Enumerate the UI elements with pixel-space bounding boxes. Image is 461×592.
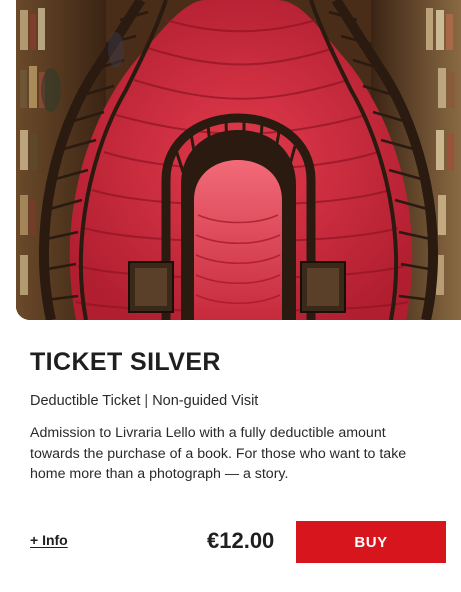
staircase-photo <box>16 0 461 320</box>
ticket-card: TICKET SILVER Deductible Ticket | Non-guid… <box>0 0 461 592</box>
ticket-price: €12.00 <box>207 528 275 553</box>
ticket-title: TICKET SILVER <box>30 348 221 376</box>
more-info-link[interactable]: + Info <box>30 532 68 548</box>
ticket-type: Deductible Ticket <box>30 393 141 409</box>
visit-type: Non-guided Visit <box>152 393 259 409</box>
ticket-subtitle: Deductible Ticket | Non-guided Visit <box>30 393 258 409</box>
subtitle-separator: | <box>144 393 149 409</box>
ticket-description: Admission to Livraria Lello with a fully… <box>30 425 407 482</box>
buy-button[interactable]: BUY <box>296 521 446 563</box>
